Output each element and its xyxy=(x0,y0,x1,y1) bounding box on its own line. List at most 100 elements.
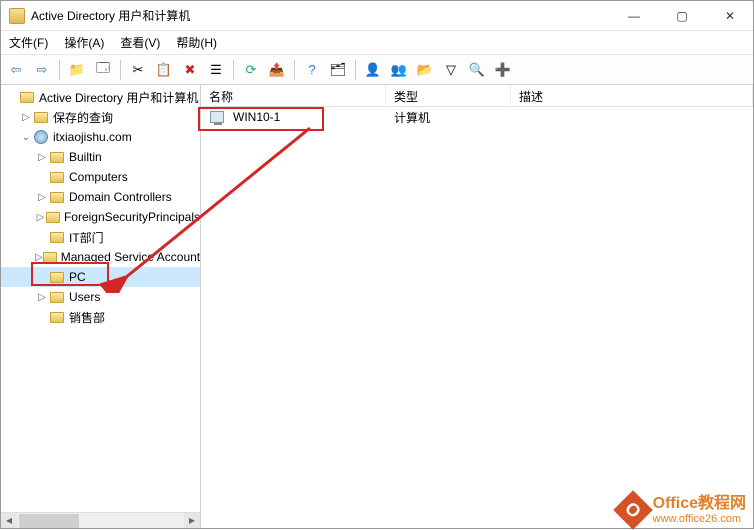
properties-icon[interactable]: ☰ xyxy=(205,59,227,81)
expand-icon[interactable]: ▷ xyxy=(19,112,33,123)
find-icon[interactable]: 🗂 xyxy=(327,59,349,81)
tree-computers[interactable]: Computers xyxy=(1,167,200,187)
ou-icon xyxy=(49,269,65,285)
tree-label: Active Directory 用户和计算机 xyxy=(39,89,198,106)
tree-domain[interactable]: ⌄ itxiaojishu.com xyxy=(1,127,200,147)
cut-icon[interactable]: ✂ xyxy=(127,59,149,81)
tree-users[interactable]: ▷ Users xyxy=(1,287,200,307)
menu-help[interactable]: 帮助(H) xyxy=(176,34,217,51)
column-header-desc[interactable]: 描述 xyxy=(511,85,753,106)
folder-icon xyxy=(33,109,49,125)
folder-icon xyxy=(46,209,60,225)
computer-icon xyxy=(209,109,225,125)
expand-icon[interactable]: ▷ xyxy=(35,152,49,163)
tree-pane: Active Directory 用户和计算机 ▷ 保存的查询 ⌄ itxiao… xyxy=(1,85,201,528)
tree-msa[interactable]: ▷ Managed Service Accounts xyxy=(1,247,200,267)
ou-icon xyxy=(49,229,65,245)
forward-button[interactable]: ⇨ xyxy=(31,59,53,81)
tree-label: ForeignSecurityPrincipals xyxy=(64,210,200,224)
tree-label: Managed Service Accounts xyxy=(61,250,200,264)
scroll-thumb[interactable] xyxy=(19,514,79,528)
tree-domain-controllers[interactable]: ▷ Domain Controllers xyxy=(1,187,200,207)
expand-icon[interactable]: ▷ xyxy=(35,292,49,303)
toolbar: ⇦ ⇨ 📁 🗔 ✂ 📋 ✖ ☰ ⟳ 📤 ? 🗂 👤 👥 📂 ▽ 🔍 ➕ xyxy=(1,55,753,85)
scroll-right-icon[interactable]: ▸ xyxy=(184,513,200,529)
minimize-button[interactable]: — xyxy=(619,5,649,27)
list-item[interactable]: WIN10-1 计算机 xyxy=(201,107,753,127)
separator xyxy=(355,60,356,80)
tree-pc[interactable]: PC xyxy=(1,267,200,287)
ou-icon xyxy=(49,309,65,325)
maximize-button[interactable]: ▢ xyxy=(667,5,697,27)
up-level-icon[interactable]: 📁 xyxy=(66,59,88,81)
expand-icon[interactable]: ▷ xyxy=(35,192,49,203)
content-area: Active Directory 用户和计算机 ▷ 保存的查询 ⌄ itxiao… xyxy=(1,85,753,528)
cell-type: 计算机 xyxy=(386,109,511,126)
separator xyxy=(294,60,295,80)
menu-action[interactable]: 操作(A) xyxy=(64,34,104,51)
list-header: 名称 类型 描述 xyxy=(201,85,753,107)
separator xyxy=(120,60,121,80)
menu-file[interactable]: 文件(F) xyxy=(9,34,48,51)
tree-root[interactable]: Active Directory 用户和计算机 xyxy=(1,87,200,107)
close-button[interactable]: ✕ xyxy=(715,5,745,27)
ou-icon xyxy=(49,189,65,205)
tree-fsp[interactable]: ▷ ForeignSecurityPrincipals xyxy=(1,207,200,227)
folder-icon xyxy=(49,289,65,305)
horizontal-scrollbar[interactable]: ◂ ▸ xyxy=(1,512,200,528)
list-pane: 名称 类型 描述 WIN10-1 计算机 xyxy=(201,85,753,528)
watermark-title: Office教程网 xyxy=(653,495,746,513)
window-title: Active Directory 用户和计算机 xyxy=(31,7,619,24)
query-icon[interactable]: 🔍 xyxy=(466,59,488,81)
column-header-name[interactable]: 名称 xyxy=(201,85,386,106)
app-icon xyxy=(9,8,25,24)
folder-icon xyxy=(49,169,65,185)
back-button[interactable]: ⇦ xyxy=(5,59,27,81)
separator xyxy=(233,60,234,80)
tree-label: IT部门 xyxy=(69,229,104,246)
menubar: 文件(F) 操作(A) 查看(V) 帮助(H) xyxy=(1,31,753,55)
folder-icon xyxy=(49,149,65,165)
separator xyxy=(59,60,60,80)
new-group-icon[interactable]: 👥 xyxy=(388,59,410,81)
titlebar: Active Directory 用户和计算机 — ▢ ✕ xyxy=(1,1,753,31)
expand-icon[interactable]: ▷ xyxy=(35,212,46,223)
tree-label: Domain Controllers xyxy=(69,190,172,204)
folder-icon xyxy=(43,249,57,265)
tree-sales[interactable]: 销售部 xyxy=(1,307,200,327)
tree-label: Builtin xyxy=(69,150,102,164)
cell-name: WIN10-1 xyxy=(201,109,386,125)
refresh-icon[interactable]: ⟳ xyxy=(240,59,262,81)
column-header-type[interactable]: 类型 xyxy=(386,85,511,106)
list-body[interactable]: WIN10-1 计算机 xyxy=(201,107,753,528)
tree-label: Users xyxy=(69,290,100,304)
item-name: WIN10-1 xyxy=(233,110,280,124)
window: Active Directory 用户和计算机 — ▢ ✕ 文件(F) 操作(A… xyxy=(0,0,754,529)
tree-label: PC xyxy=(69,270,86,284)
domain-icon xyxy=(33,129,49,145)
tree-label: 销售部 xyxy=(69,309,105,326)
tree-builtin[interactable]: ▷ Builtin xyxy=(1,147,200,167)
window-controls: — ▢ ✕ xyxy=(619,5,745,27)
export-icon[interactable]: 📤 xyxy=(266,59,288,81)
watermark: O Office教程网 www.office26.com xyxy=(619,495,746,525)
copy-icon[interactable]: 📋 xyxy=(153,59,175,81)
watermark-logo-icon: O xyxy=(613,490,653,530)
add-to-group-icon[interactable]: ➕ xyxy=(492,59,514,81)
tree-saved-queries[interactable]: ▷ 保存的查询 xyxy=(1,107,200,127)
filter-icon[interactable]: ▽ xyxy=(440,59,462,81)
app-root-icon xyxy=(19,89,35,105)
menu-view[interactable]: 查看(V) xyxy=(120,34,160,51)
watermark-url: www.office26.com xyxy=(653,513,746,525)
new-user-icon[interactable]: 👤 xyxy=(362,59,384,81)
details-pane-icon[interactable]: 🗔 xyxy=(92,59,114,81)
expand-icon[interactable]: ▷ xyxy=(35,252,43,263)
new-ou-icon[interactable]: 📂 xyxy=(414,59,436,81)
tree-label: Computers xyxy=(69,170,128,184)
scroll-left-icon[interactable]: ◂ xyxy=(1,513,17,529)
tree[interactable]: Active Directory 用户和计算机 ▷ 保存的查询 ⌄ itxiao… xyxy=(1,85,200,512)
collapse-icon[interactable]: ⌄ xyxy=(19,132,33,143)
delete-icon[interactable]: ✖ xyxy=(179,59,201,81)
tree-it-dept[interactable]: IT部门 xyxy=(1,227,200,247)
help-icon[interactable]: ? xyxy=(301,59,323,81)
